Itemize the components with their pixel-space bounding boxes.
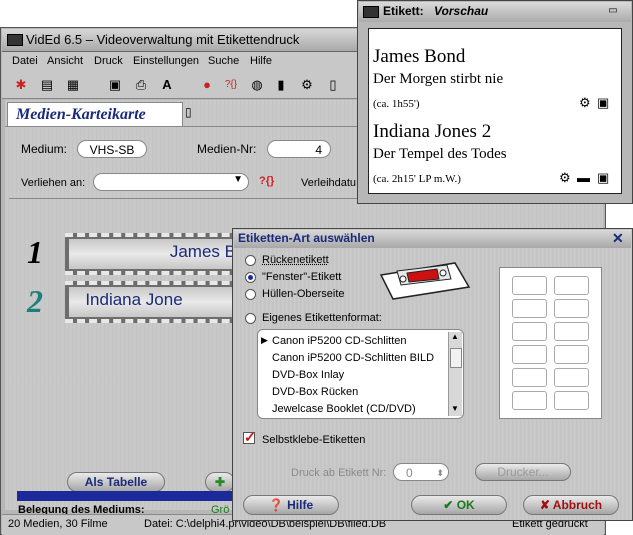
- verliehen-combo[interactable]: ▼: [93, 173, 249, 191]
- verleihdatum-label: Verleihdatu: [301, 177, 357, 189]
- table-icon[interactable]: ▦: [64, 76, 82, 94]
- preview-item-2-title: Indiana Jones 2: [373, 121, 492, 142]
- medium-label: Medium:: [21, 142, 68, 156]
- preview-title-prefix: Etikett:: [383, 4, 424, 18]
- print-from-label: Druck ab Etikett Nr:: [291, 467, 387, 479]
- radio-eigenes-format[interactable]: [245, 313, 256, 324]
- preview-title-mode: Vorschau: [434, 4, 489, 18]
- chevron-down-icon[interactable]: ▼: [451, 404, 459, 413]
- print-from-spinner[interactable]: 0 ⬍: [393, 463, 449, 481]
- gear-icon: ⚙: [579, 95, 591, 110]
- list-item[interactable]: Canon iP5200 CD-Schlitten: [272, 335, 407, 347]
- dialog-title: Etiketten-Art auswählen: [238, 231, 375, 245]
- chevron-up-icon[interactable]: ▲: [451, 332, 459, 341]
- radio-huellen-oberseite-label[interactable]: Hüllen-Oberseite: [262, 288, 345, 300]
- tab-label: Medien-Karteikarte: [16, 106, 146, 123]
- preview-canvas: James Bond Der Morgen stirbt nie (ca. 1h…: [368, 28, 622, 194]
- tab-blank-page-icon[interactable]: ▯: [185, 105, 203, 123]
- preview-item-1-title: James Bond: [373, 46, 466, 67]
- preview-minimize-icon[interactable]: ▭: [599, 5, 627, 18]
- preview-window: Etikett: Vorschau ▭ James Bond Der Morge…: [357, 0, 633, 204]
- search-unknown-icon[interactable]: ?{}: [259, 175, 274, 187]
- app-icon[interactable]: [7, 34, 23, 46]
- medien-nr-label: Medien-Nr:: [197, 142, 257, 156]
- menu-druck[interactable]: Druck: [94, 55, 123, 67]
- list-item[interactable]: Canon iP5200 CD-Schlitten BILD: [272, 352, 434, 364]
- radio-fenster-etikett[interactable]: [245, 272, 256, 283]
- search-unknown-icon[interactable]: ?{}: [222, 76, 240, 94]
- menu-datei[interactable]: Datei: [12, 55, 38, 67]
- vhs-cassette-icon: [379, 262, 471, 300]
- ok-check-icon: ✔: [443, 498, 454, 512]
- medium-field[interactable]: VHS-SB: [77, 140, 147, 158]
- computer-icon[interactable]: ▣: [106, 76, 124, 94]
- format-list[interactable]: ▶ Canon iP5200 CD-Schlitten Canon iP5200…: [257, 329, 464, 419]
- radio-huellen-oberseite[interactable]: [245, 289, 256, 300]
- list-item[interactable]: DVD-Box Rücken: [272, 386, 358, 398]
- status-counts: 20 Medien, 30 Filme: [8, 518, 108, 530]
- drucker-button[interactable]: Drucker...: [475, 463, 571, 481]
- key-icon[interactable]: ●: [198, 76, 216, 94]
- radio-eigenes-format-label[interactable]: Eigenes Etikettenformat:: [262, 312, 382, 324]
- hilfe-label: Hilfe: [287, 498, 314, 512]
- preview-item-2-subtitle: Der Tempel des Todes: [373, 146, 507, 162]
- help-icon: ❓: [268, 498, 284, 512]
- abbruch-button[interactable]: ✘ Abbruch: [523, 495, 619, 515]
- document-icon[interactable]: ▮: [272, 76, 290, 94]
- main-window-title: VidEd 6.5 – Videoverwaltung mit Etikette…: [26, 32, 300, 47]
- printer-icon[interactable]: ⎙: [132, 76, 150, 94]
- label-icon: ▣: [597, 170, 610, 185]
- spinner-arrow-icon[interactable]: ⬍: [436, 464, 444, 482]
- preview-window-icon[interactable]: [363, 6, 379, 18]
- selbstklebe-label[interactable]: Selbstklebe-Etiketten: [262, 434, 365, 446]
- selection-arrow-icon: ▶: [261, 335, 268, 345]
- font-icon[interactable]: A: [158, 76, 176, 94]
- tab-medien-karteikarte[interactable]: Medien-Karteikarte: [7, 102, 183, 127]
- dialog-title-bar[interactable]: Etiketten-Art auswählen ✕: [234, 230, 631, 248]
- info-icon[interactable]: ▯: [324, 76, 342, 94]
- label-sheet-preview: [499, 267, 602, 419]
- globe-icon[interactable]: ◍: [248, 76, 266, 94]
- cancel-x-icon: ✘: [539, 498, 550, 512]
- close-icon[interactable]: ✕: [612, 230, 624, 247]
- belegung-progress-bar: [17, 491, 233, 501]
- print-from-value: 0: [406, 466, 413, 480]
- radio-rueckenetikett-label[interactable]: Rückenetikett: [262, 254, 329, 266]
- ok-label: OK: [456, 498, 475, 512]
- selbstklebe-checkbox[interactable]: ✓: [243, 429, 256, 445]
- hilfe-button[interactable]: ❓ Hilfe: [243, 495, 339, 515]
- radio-rueckenetikett[interactable]: [245, 255, 256, 266]
- entry-number-1: 1: [27, 234, 43, 270]
- radio-fenster-etikett-label[interactable]: "Fenster"-Etikett: [262, 271, 341, 283]
- preview-title-bar[interactable]: Etikett: Vorschau ▭: [359, 2, 631, 22]
- list-scrollbar[interactable]: ▲ ▼: [448, 332, 462, 416]
- checkmark-icon: ✓: [244, 429, 256, 445]
- medien-nr-field[interactable]: 4: [267, 140, 331, 158]
- abbruch-label: Abbruch: [552, 498, 603, 512]
- colors-icon[interactable]: ✱: [12, 76, 30, 94]
- list-icon[interactable]: ▤: [38, 76, 56, 94]
- menu-ansicht[interactable]: Ansicht: [47, 55, 83, 67]
- menu-suche[interactable]: Suche: [208, 55, 239, 67]
- gear-icon: ⚙: [559, 170, 571, 185]
- settings-icon[interactable]: ⚙: [298, 76, 316, 94]
- preview-item-1-subtitle: Der Morgen stirbt nie: [373, 71, 504, 87]
- scrollbar-thumb[interactable]: [450, 348, 462, 368]
- add-icon[interactable]: ✚: [205, 472, 235, 492]
- als-tabelle-button[interactable]: Als Tabelle: [67, 472, 165, 492]
- verliehen-label: Verliehen an:: [21, 177, 86, 189]
- menu-einstellungen[interactable]: Einstellungen: [133, 55, 199, 67]
- etiketten-dialog: Etiketten-Art auswählen ✕ Rückenetikett …: [232, 228, 633, 521]
- label-icon: ▣: [597, 95, 610, 110]
- list-item[interactable]: Jewelcase Booklet (CD/DVD): [272, 403, 416, 415]
- tape-icon: ▬: [577, 170, 590, 185]
- ok-button[interactable]: ✔ OK: [411, 495, 507, 515]
- chevron-down-icon[interactable]: ▼: [233, 174, 243, 185]
- preview-item-1-meta: (ca. 1h55'): [373, 98, 420, 110]
- list-item[interactable]: DVD-Box Inlay: [272, 369, 344, 381]
- menu-hilfe[interactable]: Hilfe: [250, 55, 272, 67]
- preview-item-2-meta: (ca. 2h15' LP m.W.): [373, 173, 461, 185]
